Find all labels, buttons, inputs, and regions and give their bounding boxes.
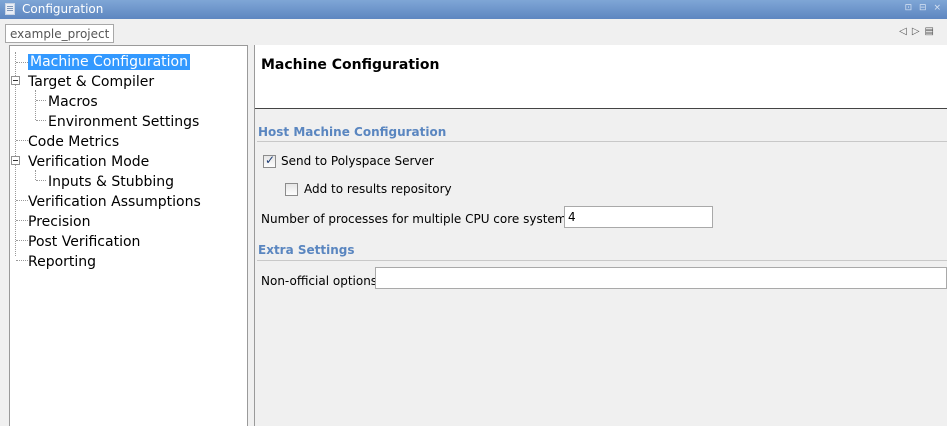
tree-item-machine-configuration[interactable]: Machine Configuration <box>28 52 190 72</box>
collapse-icon[interactable] <box>11 156 20 165</box>
project-tab[interactable]: example_project <box>5 24 115 43</box>
settings-panel: Machine Configuration Host Machine Confi… <box>254 45 947 426</box>
section-host-machine: Host Machine Configuration <box>258 125 447 139</box>
tree-connector <box>16 62 28 63</box>
tab-prev-icon[interactable]: ◁ <box>899 26 912 37</box>
tree-connector <box>16 200 28 201</box>
nonofficial-options-input[interactable] <box>375 267 947 289</box>
document-icon <box>5 3 15 15</box>
panel-header: Machine Configuration <box>255 45 947 109</box>
window-controls[interactable]: ⊡ ⊟ × <box>905 3 943 13</box>
tree-connector <box>16 240 28 241</box>
window-titlebar: Configuration ⊡ ⊟ × <box>0 0 947 19</box>
send-to-server-checkbox[interactable] <box>263 153 276 168</box>
tree-connector <box>16 260 28 261</box>
tab-list-icon[interactable]: ▤ <box>925 26 939 37</box>
project-tab-bar: example_project ◁▷▤ <box>0 19 947 45</box>
tree-connector <box>35 90 36 120</box>
add-to-repository-checkbox[interactable] <box>285 183 298 196</box>
tree-item-label: Macros <box>48 94 98 110</box>
tree-connector <box>36 120 46 121</box>
collapse-icon[interactable] <box>11 76 20 85</box>
section-divider <box>257 141 947 142</box>
tree-item-label: Reporting <box>28 254 97 270</box>
processes-input[interactable]: 4 <box>564 206 713 228</box>
tree-item-label: Target & Compiler <box>28 74 155 90</box>
tree-item-label: Code Metrics <box>28 134 120 150</box>
add-to-repository-label: Add to results repository <box>304 182 452 196</box>
tree-item-inputs-stubbing[interactable]: Inputs & Stubbing <box>48 172 174 192</box>
tree-connector <box>36 100 46 101</box>
tree-item-verification-mode[interactable]: Verification Mode <box>28 152 149 172</box>
tree-item-macros[interactable]: Macros <box>48 92 98 112</box>
tree-item-precision[interactable]: Precision <box>28 212 90 232</box>
tree-connector <box>16 220 28 221</box>
tree-item-label: Post Verification <box>28 234 141 250</box>
tree-item-label: Verification Mode <box>28 154 150 170</box>
tab-next-icon[interactable]: ▷ <box>912 26 925 37</box>
tree-item-code-metrics[interactable]: Code Metrics <box>28 132 119 152</box>
tree-item-verification-assumptions[interactable]: Verification Assumptions <box>28 192 201 212</box>
section-divider <box>257 260 947 261</box>
tree-item-label: Inputs & Stubbing <box>48 174 175 190</box>
tab-navigation: ◁▷▤ <box>899 26 939 37</box>
tree-item-target-compiler[interactable]: Target & Compiler <box>28 72 154 92</box>
tree-connector <box>36 180 46 181</box>
configuration-tree: Machine Configuration Target & Compiler … <box>9 45 248 426</box>
tree-item-label: Verification Assumptions <box>28 194 201 210</box>
tree-connector <box>16 140 28 141</box>
nonofficial-options-label: Non-official options <box>261 274 378 288</box>
tree-item-label: Environment Settings <box>48 114 200 130</box>
page-title: Machine Configuration <box>261 57 440 73</box>
section-extra-settings: Extra Settings <box>258 243 355 257</box>
tree-item-environment-settings[interactable]: Environment Settings <box>48 112 199 132</box>
send-to-server-label: Send to Polyspace Server <box>281 154 434 168</box>
tree-item-reporting[interactable]: Reporting <box>28 252 96 272</box>
tree-item-label: Machine Configuration <box>28 54 190 70</box>
tree-item-label: Precision <box>28 214 91 230</box>
window-title: Configuration <box>22 2 104 16</box>
tree-item-post-verification[interactable]: Post Verification <box>28 232 140 252</box>
processes-label: Number of processes for multiple CPU cor… <box>261 212 573 226</box>
